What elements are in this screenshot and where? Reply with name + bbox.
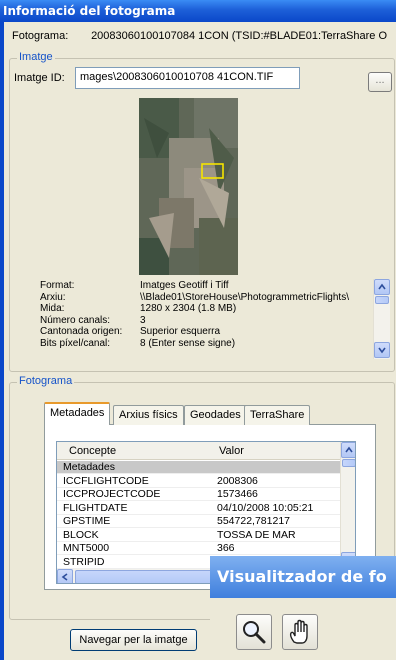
info-value: 8 (Enter sense signe) bbox=[140, 337, 236, 349]
info-key: Arxiu: bbox=[40, 291, 66, 303]
scroll-thumb[interactable] bbox=[375, 296, 389, 304]
tab-arxius-fisics[interactable]: Arxius físics bbox=[113, 405, 184, 425]
info-value: Imatges Geotiff i Tiff bbox=[140, 280, 229, 291]
chevron-up-icon bbox=[345, 446, 353, 453]
cell-concept: GPSTIME bbox=[63, 515, 111, 527]
info-row: Arxiu: \\Blade01\StoreHouse\Photogrammetr… bbox=[40, 292, 372, 304]
info-value: Superior esquerra bbox=[140, 326, 221, 338]
cell-concept: ICCPROJECTCODE bbox=[63, 488, 161, 500]
grid-row[interactable]: FLIGHTDATE 04/10/2008 10:05:21 bbox=[57, 501, 355, 515]
grid-row[interactable]: ICCPROJECTCODE 1573466 bbox=[57, 488, 355, 502]
grid-vertical-scrollbar[interactable] bbox=[340, 442, 355, 569]
grid-header: Concepte Valor bbox=[57, 442, 355, 460]
fotograma-label: Fotograma: bbox=[12, 30, 69, 42]
column-header-concepte[interactable]: Concepte bbox=[69, 445, 116, 457]
image-info-list: Format: Imatges Geotiff i Tiff Arxiu: \\Bl… bbox=[40, 280, 372, 360]
imatge-id-field[interactable]: mages\2008306010010708 41CON.TIF bbox=[75, 67, 300, 89]
pan-tool-button[interactable] bbox=[282, 614, 318, 650]
imatge-id-label: Imatge ID: bbox=[14, 72, 65, 84]
cell-concept: MNT5000 bbox=[63, 542, 110, 554]
info-key: Mida: bbox=[40, 303, 65, 315]
tab-geodades[interactable]: Geodades bbox=[184, 405, 247, 425]
info-value: 1280 x 2304 (1.8 MB) bbox=[140, 303, 237, 315]
scroll-down-button[interactable] bbox=[374, 342, 390, 358]
cell-value: 04/10/2008 10:05:21 bbox=[217, 501, 314, 514]
cell-value: 366 bbox=[217, 542, 235, 554]
info-fotograma-window: Informació del fotograma Fotograma: 2008… bbox=[0, 0, 396, 660]
info-key: Cantonada origen: bbox=[40, 326, 123, 338]
chevron-down-icon bbox=[378, 347, 386, 354]
cell-value: TOSSA DE MAR bbox=[217, 528, 296, 541]
cell-value: 2008306 bbox=[217, 474, 258, 487]
fotograma-value: 20083060100107084 1CON (TSID:#BLADE01:Te… bbox=[91, 30, 388, 42]
info-row: Format: Imatges Geotiff i Tiff bbox=[40, 280, 372, 292]
tab-metadades[interactable]: Metadades bbox=[44, 402, 111, 425]
window-title: Informació del fotograma bbox=[0, 0, 396, 22]
viewer-toolbar bbox=[210, 598, 396, 660]
aerial-image-thumbnail bbox=[139, 98, 238, 275]
visualitzador-window: Visualitzador de fo bbox=[210, 556, 396, 660]
info-value: 3 bbox=[140, 314, 146, 326]
grid-scroll-thumb[interactable] bbox=[342, 459, 355, 467]
info-row: Cantonada origen: Superior esquerra bbox=[40, 326, 372, 338]
chevron-left-icon bbox=[61, 573, 68, 581]
cell-value: 554722,781217 bbox=[217, 515, 290, 527]
info-key: Número canals: bbox=[40, 314, 111, 326]
window-left-border bbox=[0, 22, 4, 660]
magnifier-icon bbox=[243, 621, 266, 644]
info-key: Format: bbox=[40, 280, 75, 291]
scroll-up-button[interactable] bbox=[374, 279, 390, 295]
grid-row[interactable]: BLOCK TOSSA DE MAR bbox=[57, 528, 355, 542]
hand-icon bbox=[289, 619, 308, 644]
info-row: Mida: 1280 x 2304 (1.8 MB) bbox=[40, 303, 372, 315]
scroll-left-button[interactable] bbox=[57, 569, 73, 583]
tab-terrashare[interactable]: TerraShare bbox=[244, 405, 311, 425]
cell-value: 1573466 bbox=[217, 488, 258, 500]
grid-row[interactable]: MNT5000 366 bbox=[57, 542, 355, 556]
info-row: Número canals: 3 bbox=[40, 315, 372, 327]
info-row: Bits píxel/canal: 8 (Enter sense signe) bbox=[40, 338, 372, 350]
info-key: Bits píxel/canal: bbox=[40, 337, 111, 349]
cell-concept: STRIPID bbox=[63, 555, 105, 568]
cell-concept: BLOCK bbox=[63, 528, 99, 541]
zoom-tool-button[interactable] bbox=[236, 614, 272, 650]
chevron-up-icon bbox=[378, 283, 386, 290]
viewer-title: Visualitzador de fo bbox=[210, 556, 396, 598]
info-value: \\Blade01\StoreHouse\PhotogrammetricFlig… bbox=[140, 291, 349, 303]
grid-scroll-up-button[interactable] bbox=[341, 442, 355, 458]
grid-row[interactable]: ICCFLIGHTCODE 2008306 bbox=[57, 474, 355, 488]
info-scrollbar[interactable] bbox=[373, 279, 390, 359]
browse-button[interactable]: ... bbox=[368, 72, 392, 92]
cell-concept: ICCFLIGHTCODE bbox=[63, 474, 149, 487]
fotograma-row: Fotograma: 20083060100107084 1CON (TSID:… bbox=[12, 30, 396, 42]
cell-concept: FLIGHTDATE bbox=[63, 501, 128, 514]
navigate-image-button[interactable]: Navegar per la imatge bbox=[70, 629, 197, 651]
column-header-valor[interactable]: Valor bbox=[219, 445, 244, 457]
grid-row[interactable]: GPSTIME 554722,781217 bbox=[57, 515, 355, 529]
cell-concept: Metadades bbox=[63, 461, 115, 473]
grid-row[interactable]: Metadades bbox=[57, 461, 355, 475]
imatge-group-title: Imatge bbox=[17, 51, 55, 63]
fotograma-group-title: Fotograma bbox=[17, 375, 75, 387]
